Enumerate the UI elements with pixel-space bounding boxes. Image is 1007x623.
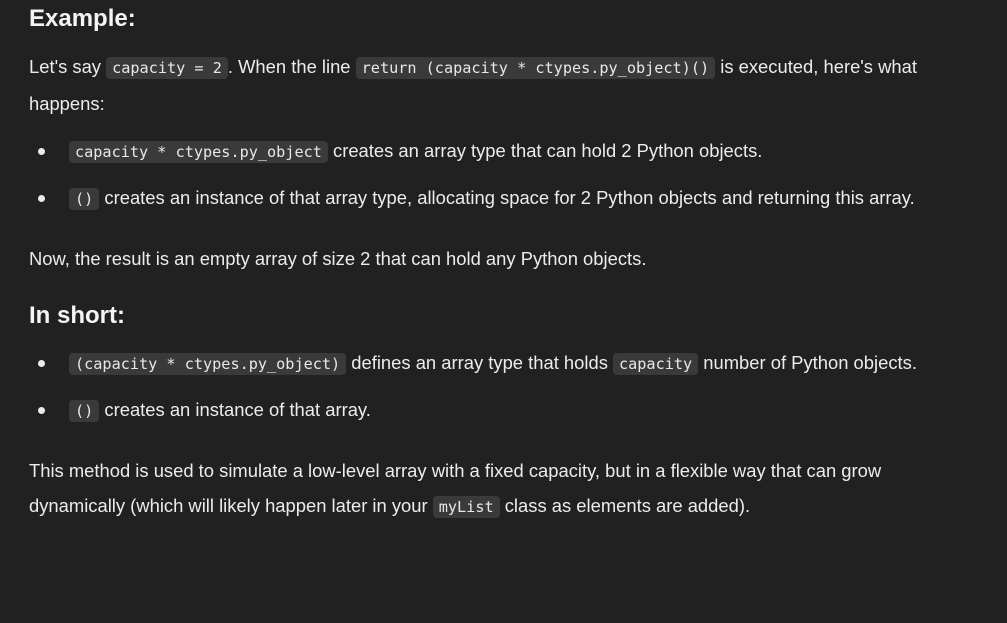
inline-code-return-line: return (capacity * ctypes.py_object)() [355, 57, 716, 79]
inline-code: () [69, 188, 100, 210]
bullet-dot-icon [38, 360, 45, 367]
section-heading-example: Example: [29, 5, 136, 32]
list-item: () creates an instance of that array typ… [29, 180, 969, 217]
summary-bullet-list: (capacity * ctypes.py_object) defines an… [29, 345, 969, 429]
list-item: () creates an instance of that array. [29, 392, 969, 429]
list-item: capacity * ctypes.py_object creates an a… [29, 133, 969, 170]
inline-code: (capacity * ctypes.py_object) [69, 353, 347, 375]
list-item-text: creates an instance of that array. [99, 399, 371, 420]
inline-code-mylist: myList [432, 496, 500, 518]
list-item-text: creates an instance of that array type, … [99, 187, 915, 208]
bullet-dot-icon [38, 148, 45, 155]
bullet-dot-icon [38, 195, 45, 202]
inline-code-capacity-assign: capacity = 2 [106, 57, 228, 79]
inline-code: capacity [613, 353, 699, 375]
intro-text-2: . When the line [227, 56, 356, 77]
result-paragraph: Now, the result is an empty array of siz… [29, 248, 647, 269]
list-item-text: defines an array type that holds [346, 352, 613, 373]
method-paragraph: This method is used to simulate a low-le… [29, 453, 969, 525]
section-heading-in-short: In short: [29, 302, 125, 329]
intro-text-1: Let's say [29, 56, 107, 77]
bullet-dot-icon [38, 407, 45, 414]
intro-paragraph: Let's say capacity = 2. When the line re… [29, 49, 969, 121]
list-item: (capacity * ctypes.py_object) defines an… [29, 345, 969, 382]
inline-code: capacity * ctypes.py_object [69, 141, 328, 163]
list-item-text: number of Python objects. [698, 352, 917, 373]
example-bullet-list: capacity * ctypes.py_object creates an a… [29, 133, 969, 217]
inline-code: () [69, 400, 100, 422]
method-text-2: class as elements are added). [499, 495, 751, 516]
chat-message-content: Example: Let's say capacity = 2. When th… [29, 0, 969, 525]
list-item-text: creates an array type that can hold 2 Py… [327, 140, 763, 161]
